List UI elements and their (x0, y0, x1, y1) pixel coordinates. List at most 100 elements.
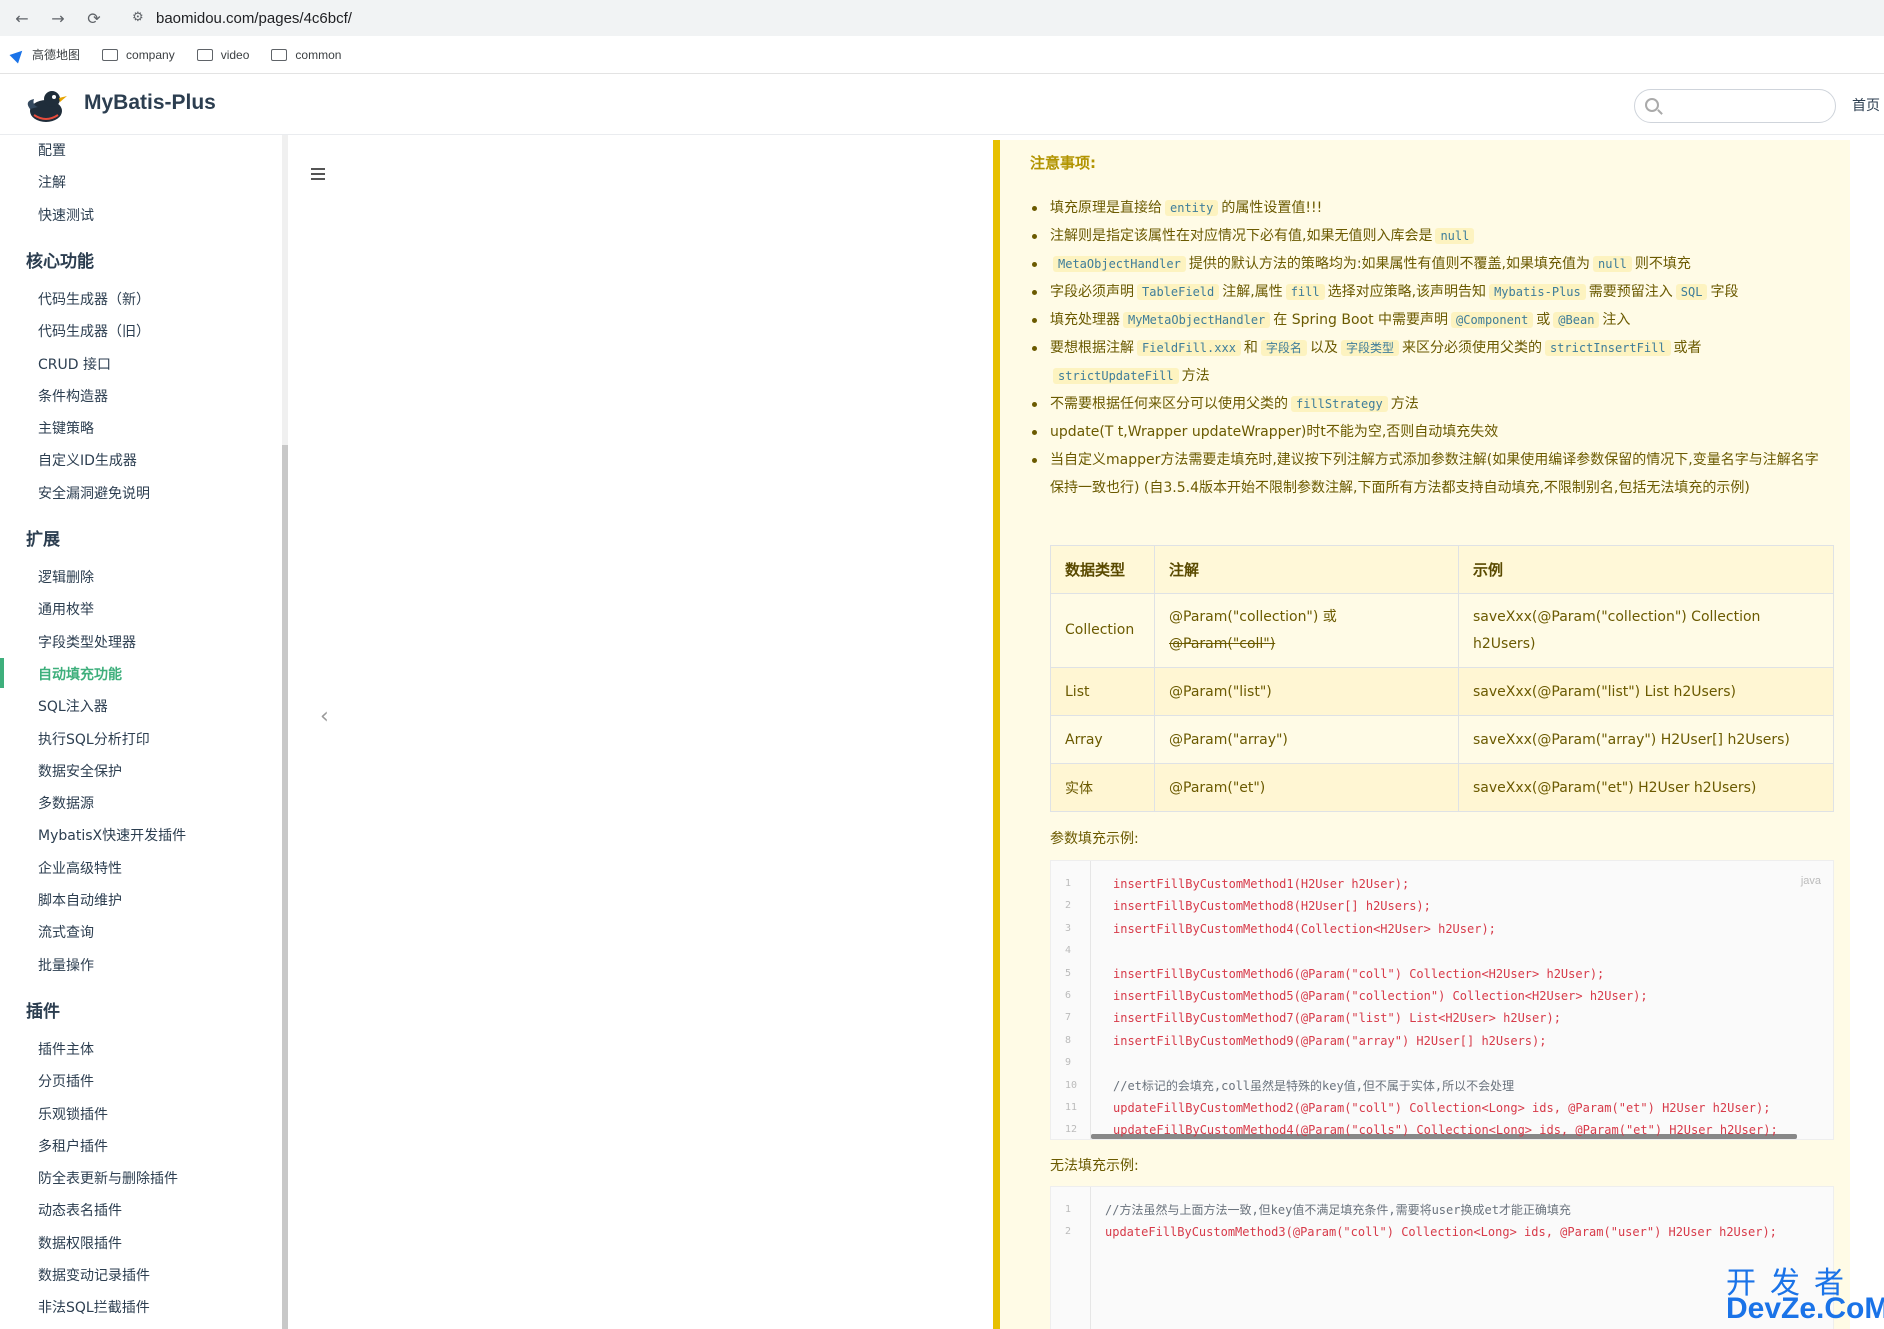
inline-code: null (1593, 256, 1632, 272)
sidebar-item[interactable]: MybatisX快速开发插件 (38, 825, 186, 845)
note-text: 填充处理器 (1050, 312, 1120, 328)
table-cell-annotation: @Param("list") (1154, 667, 1459, 716)
code-line: 2 updateFillByCustomMethod3(@Param("coll"… (1051, 1221, 1833, 1243)
note-item: 不需要根据任何来区分可以使用父类的 fillStrategy 方法 (1030, 390, 1830, 418)
code-line: 2 insertFillByCustomMethod8(H2User[] h2Us… (1051, 895, 1833, 917)
sidebar-item[interactable]: 动态表名插件 (38, 1200, 122, 1220)
sidebar-group-title[interactable]: 核心功能 (26, 247, 94, 272)
sidebar-item[interactable]: 逻辑删除 (38, 567, 94, 587)
bookmark-amap[interactable]: 高德地图 (12, 46, 80, 63)
code-block-no-fill: 1 //方法虽然与上面方法一致,但key值不满足填充条件,需要将user换成et才… (1050, 1186, 1834, 1329)
line-number: 1 (1065, 878, 1072, 889)
sidebar-item[interactable]: 多租户插件 (38, 1136, 108, 1156)
line-number: 12 (1065, 1124, 1078, 1136)
code-line: 12 updateFillByCustomMethod4(@Param("coll… (1051, 1119, 1833, 1139)
sidebar-item[interactable]: 分页插件 (38, 1071, 94, 1091)
table-header: 注解 (1154, 545, 1459, 594)
sidebar-item[interactable]: CRUD 接口 (38, 354, 111, 374)
sidebar-item[interactable]: 自定义ID生成器 (38, 450, 137, 470)
site-info-icon[interactable]: ⚙ (132, 10, 148, 26)
bookmark-video[interactable]: video (196, 48, 249, 62)
line-number: 4 (1065, 945, 1072, 957)
bookmarks-bar: 高德地图 company video common (0, 36, 1884, 74)
inline-code: MetaObjectHandler (1053, 256, 1186, 272)
note-text: 和 (1243, 340, 1258, 356)
note-text: 提供的默认方法的策略均为:如果属性有值则不覆盖,如果填充值为 (1188, 256, 1590, 272)
search-box[interactable] (1634, 89, 1836, 123)
sidebar-item[interactable]: 流式查询 (38, 922, 94, 942)
sidebar-item[interactable]: 插件主体 (38, 1039, 94, 1059)
sidebar-item[interactable]: 多数据源 (38, 793, 94, 813)
table-row: List @Param("list") saveXxx(@Param("list")… (1050, 667, 1834, 716)
sidebar-active-indicator (0, 657, 4, 688)
address-bar[interactable]: ⚙ baomidou.com/pages/4c6bcf/ (124, 4, 1876, 32)
code-line: 6 insertFillByCustomMethod5(@Param("colle… (1051, 985, 1833, 1007)
note-text: 的属性设置值!!! (1221, 200, 1323, 216)
site-title[interactable]: MyBatis-Plus (84, 91, 216, 115)
sidebar-item[interactable]: 执行SQL分析打印 (38, 729, 150, 749)
annotation-text: @Param("array") (1169, 731, 1288, 748)
code-text: insertFillByCustomMethod1(H2User h2User)… (1113, 877, 1410, 891)
sidebar-item[interactable]: 配置 (38, 140, 66, 160)
sidebar-item[interactable]: 安全漏洞避免说明 (38, 483, 150, 503)
browser-toolbar: ← → ⟳ ⚙ baomidou.com/pages/4c6bcf/ (0, 0, 1884, 36)
sidebar-item[interactable]: 批量操作 (38, 955, 94, 975)
inline-code: MyMetaObjectHandler (1123, 312, 1271, 328)
inline-code: strictUpdateFill (1053, 368, 1179, 384)
sidebar-group-title[interactable]: 扩展 (26, 525, 60, 550)
sidebar-item[interactable]: 数据变动记录插件 (38, 1265, 150, 1285)
note-text: 来区分必须使用父类的 (1401, 340, 1542, 356)
bookmark-common[interactable]: common (271, 48, 341, 62)
sidebar-item[interactable]: 企业高级特性 (38, 858, 122, 878)
note-text: 不需要根据任何来区分可以使用父类的 (1050, 396, 1288, 412)
line-number: 11 (1065, 1102, 1078, 1113)
forward-icon[interactable]: → (44, 4, 72, 32)
note-text: 方法 (1390, 396, 1419, 412)
sidebar-item[interactable]: 数据权限插件 (38, 1233, 122, 1253)
search-input[interactable] (1669, 95, 1829, 117)
notes-list: 填充原理是直接给 entity 的属性设置值!!! 注解则是指定该属性在对应情况下必有… (1030, 194, 1830, 502)
annotation-text: @Param("et") (1169, 779, 1266, 796)
deprecated-annotation-text: @Param("coll") (1169, 635, 1276, 652)
mybatis-bird-logo[interactable] (24, 85, 68, 125)
nav-home-link[interactable]: 首页 (1852, 95, 1880, 115)
sidebar-scrollbar-thumb[interactable] (282, 445, 288, 1329)
note-text: 当自定义mapper方法需要走填充时,建议按下列注解方式添加参数注解(如果使用编… (1050, 452, 1819, 496)
code-line: 5 insertFillByCustomMethod6(@Param("coll"… (1051, 963, 1833, 985)
note-text: 填充原理是直接给 (1050, 200, 1162, 216)
back-icon[interactable]: ← (8, 4, 36, 32)
menu-icon[interactable] (311, 168, 325, 180)
note-text: 方法 (1181, 368, 1210, 384)
sidebar-item[interactable]: 防全表更新与删除插件 (38, 1168, 178, 1188)
sidebar-item[interactable]: 代码生成器（旧） (38, 321, 150, 341)
sidebar: 配置注解快速测试核心功能代码生成器（新） 代码生成器（旧） CRUD 接口 条件构造器… (0, 135, 284, 1329)
note-item: MetaObjectHandler 提供的默认方法的策略均为:如果属性有值则不覆盖… (1030, 250, 1830, 278)
bookmark-company[interactable]: company (102, 48, 175, 62)
reload-icon[interactable]: ⟳ (80, 4, 108, 32)
sidebar-item[interactable]: 字段类型处理器 (38, 632, 136, 652)
sidebar-item[interactable]: SQL注入器 (38, 696, 108, 716)
sidebar-item[interactable]: 条件构造器 (38, 386, 108, 406)
folder-icon (102, 48, 119, 61)
code-line: 9 (1051, 1052, 1833, 1074)
sidebar-item[interactable]: 快速测试 (38, 205, 94, 225)
inline-code: 字段名 (1260, 340, 1307, 356)
url-text[interactable]: baomidou.com/pages/4c6bcf/ (156, 10, 352, 27)
sidebar-item[interactable]: 脚本自动维护 (38, 890, 122, 910)
annotation-text: @Param("collection") 或 (1169, 608, 1337, 625)
chevron-left-icon[interactable]: ‹ (320, 704, 329, 729)
code-text: insertFillByCustomMethod4(Collection<H2U… (1113, 921, 1496, 936)
sidebar-item[interactable]: 通用枚举 (38, 599, 94, 619)
sidebar-item[interactable]: 主键策略 (38, 418, 94, 438)
sidebar-item[interactable]: 自动填充功能 (38, 664, 122, 684)
code-block-param-fill: java 1 insertFillByCustomMethod1(H2User h… (1050, 860, 1834, 1140)
sidebar-item[interactable]: 数据安全保护 (38, 761, 122, 781)
table-cell-example: saveXxx(@Param("et") H2User h2Users) (1458, 763, 1834, 812)
sidebar-item[interactable]: 乐观锁插件 (38, 1104, 108, 1124)
note-item: 当自定义mapper方法需要走填充时,建议按下列注解方式添加参数注解(如果使用编… (1030, 446, 1830, 502)
code-line: 8 insertFillByCustomMethod9(@Param("array… (1051, 1030, 1833, 1052)
sidebar-group-title[interactable]: 插件 (26, 997, 60, 1022)
sidebar-item[interactable]: 代码生成器（新） (38, 289, 150, 309)
sidebar-item[interactable]: 非法SQL拦截插件 (38, 1297, 150, 1317)
sidebar-item[interactable]: 注解 (38, 172, 66, 192)
